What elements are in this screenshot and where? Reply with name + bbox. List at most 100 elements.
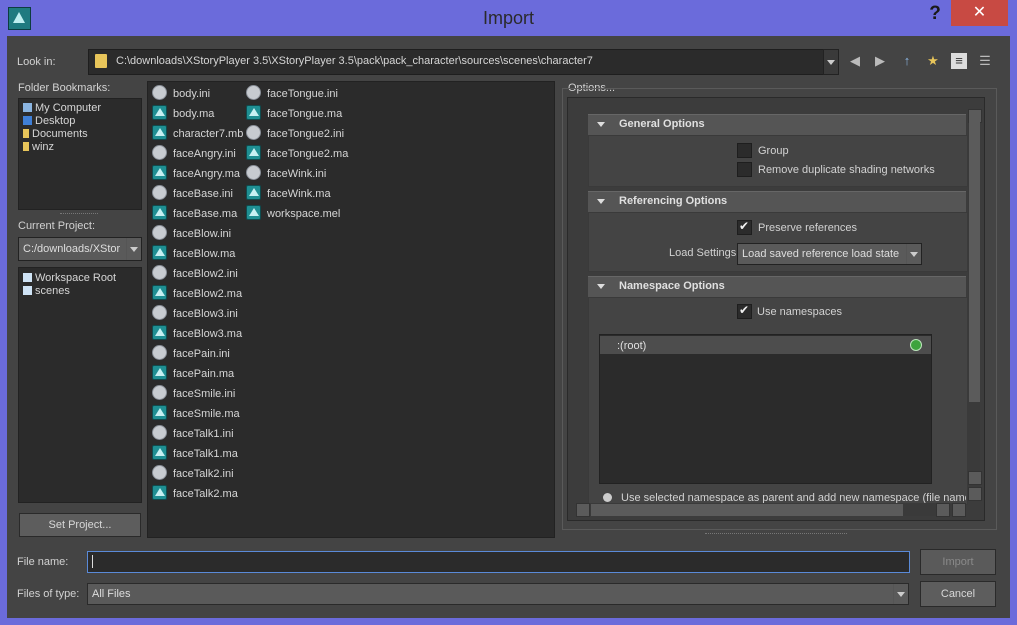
ma-file-icon: [152, 325, 167, 340]
file-name-input[interactable]: [87, 551, 910, 573]
desktop-icon: [23, 116, 32, 125]
file-item[interactable]: faceWink.ini: [246, 164, 326, 184]
file-item[interactable]: faceBase.ini: [152, 184, 233, 204]
scroll-left-arrow-icon[interactable]: [936, 503, 950, 517]
file-name-text: workspace.mel: [267, 208, 341, 220]
detail-view-icon[interactable]: ☰: [977, 53, 993, 69]
file-item[interactable]: facePain.ma: [152, 364, 234, 384]
file-item[interactable]: facePain.ini: [152, 344, 230, 364]
ma-file-icon: [152, 165, 167, 180]
ma-file-icon: [152, 365, 167, 380]
bookmark-my-computer[interactable]: My Computer: [23, 102, 101, 114]
file-item[interactable]: faceTalk1.ini: [152, 424, 234, 444]
text-cursor: [92, 555, 93, 568]
file-name-text: faceAngry.ini: [173, 148, 236, 160]
file-item[interactable]: faceSmile.ini: [152, 384, 235, 404]
file-name-text: faceBlow3.ma: [173, 328, 243, 340]
file-item[interactable]: faceWink.ma: [246, 184, 331, 204]
namespace-root-row[interactable]: :(root): [600, 336, 931, 354]
ma-file-icon: [152, 405, 167, 420]
look-in-dropdown-arrow[interactable]: [823, 49, 839, 75]
use-namespaces-checkbox[interactable]: [737, 303, 752, 319]
collapse-triangle-icon: [597, 284, 605, 289]
ma-file-icon: [152, 205, 167, 220]
bookmark-desktop[interactable]: Desktop: [23, 115, 75, 127]
scroll-up-arrow-icon[interactable]: [968, 109, 982, 123]
file-name-text: faceTongue.ini: [267, 88, 338, 100]
bookmark-documents[interactable]: Documents: [23, 128, 88, 140]
scroll-down-arrow-icon[interactable]: [968, 487, 982, 501]
look-in-label: Look in:: [17, 56, 56, 68]
ini-file-icon: [246, 165, 261, 180]
chevron-down-icon: [893, 584, 908, 604]
list-view-icon[interactable]: ≡: [951, 53, 967, 69]
file-name-text: character7.mb: [173, 128, 244, 140]
ma-file-icon: [152, 445, 167, 460]
file-item[interactable]: faceAngry.ma: [152, 164, 240, 184]
file-item[interactable]: body.ini: [152, 84, 210, 104]
scroll-right-arrow-icon[interactable]: [952, 503, 966, 517]
file-item[interactable]: faceBlow3.ma: [152, 324, 242, 344]
tree-item-scenes[interactable]: scenes: [23, 285, 70, 297]
scroll-up-arrow-icon[interactable]: [968, 471, 982, 485]
file-name-text: faceBlow3.ini: [173, 308, 238, 320]
remove-duplicate-label: Remove duplicate shading networks: [758, 164, 935, 176]
namespace-options-header[interactable]: Namespace Options: [588, 276, 966, 297]
bookmark-winz[interactable]: winz: [23, 141, 54, 153]
file-item[interactable]: faceSmile.ma: [152, 404, 240, 424]
file-item[interactable]: faceBlow.ma: [152, 244, 235, 264]
import-button[interactable]: Import: [920, 549, 996, 575]
ini-file-icon: [152, 425, 167, 440]
load-settings-value: Load saved reference load state: [742, 248, 900, 260]
file-item[interactable]: faceTalk1.ma: [152, 444, 238, 464]
file-item[interactable]: body.ma: [152, 104, 214, 124]
file-name-text: faceTalk2.ma: [173, 488, 238, 500]
forward-arrow-icon[interactable]: ▶: [872, 53, 888, 69]
file-item[interactable]: faceBlow3.ini: [152, 304, 238, 324]
look-in-path: C:\downloads\XStoryPlayer 3.5\XStoryPlay…: [116, 55, 593, 67]
file-item[interactable]: workspace.mel: [246, 204, 340, 224]
close-button[interactable]: ✕: [951, 0, 1008, 26]
file-item[interactable]: faceBase.ma: [152, 204, 237, 224]
remove-duplicate-checkbox[interactable]: [737, 162, 752, 177]
general-options-header[interactable]: General Options: [588, 114, 966, 135]
file-item[interactable]: faceBlow.ini: [152, 224, 231, 244]
set-project-button[interactable]: Set Project...: [19, 513, 141, 537]
file-item[interactable]: faceTongue2.ma: [246, 144, 348, 164]
file-item[interactable]: faceTongue2.ini: [246, 124, 344, 144]
namespace-tree: :(root): [599, 334, 932, 484]
file-name-text: faceTongue2.ma: [267, 148, 349, 160]
scrollbar-thumb[interactable]: [591, 504, 903, 516]
file-item[interactable]: faceBlow2.ma: [152, 284, 242, 304]
current-project-value: C:/downloads/XStor: [23, 243, 121, 255]
file-item[interactable]: faceBlow2.ini: [152, 264, 238, 284]
use-selected-radio[interactable]: [603, 493, 612, 502]
splitter-handle[interactable]: [60, 213, 98, 217]
file-item[interactable]: faceTalk2.ini: [152, 464, 234, 484]
referencing-options-header[interactable]: Referencing Options: [588, 191, 966, 212]
file-item[interactable]: faceAngry.ini: [152, 144, 236, 164]
tree-item-workspace-root[interactable]: Workspace Root: [23, 272, 116, 284]
load-settings-combo[interactable]: Load saved reference load state: [737, 243, 922, 265]
new-folder-icon[interactable]: ★: [925, 53, 941, 69]
current-project-combo[interactable]: C:/downloads/XStor: [18, 237, 142, 261]
file-item[interactable]: faceTalk2.ma: [152, 484, 238, 504]
file-item[interactable]: faceTongue.ma: [246, 104, 342, 124]
file-name-text: faceBase.ini: [173, 188, 233, 200]
group-checkbox[interactable]: [737, 143, 752, 158]
cancel-button[interactable]: Cancel: [920, 581, 996, 607]
scrollbar-thumb[interactable]: [969, 122, 980, 402]
up-folder-icon[interactable]: ↑: [899, 53, 915, 69]
back-arrow-icon[interactable]: ◀: [847, 53, 863, 69]
ma-file-icon: [246, 105, 261, 120]
scroll-left-arrow-icon[interactable]: [576, 503, 590, 517]
collapse-triangle-icon: [597, 122, 605, 127]
preserve-references-checkbox[interactable]: [737, 219, 752, 235]
file-item[interactable]: character7.mb: [152, 124, 243, 144]
splitter-handle[interactable]: [705, 533, 847, 537]
files-of-type-combo[interactable]: All Files: [87, 583, 909, 605]
file-item[interactable]: faceTongue.ini: [246, 84, 338, 104]
ma-file-icon: [246, 145, 261, 160]
look-in-combo[interactable]: C:\downloads\XStoryPlayer 3.5\XStoryPlay…: [88, 49, 839, 75]
help-button[interactable]: ?: [925, 3, 945, 25]
